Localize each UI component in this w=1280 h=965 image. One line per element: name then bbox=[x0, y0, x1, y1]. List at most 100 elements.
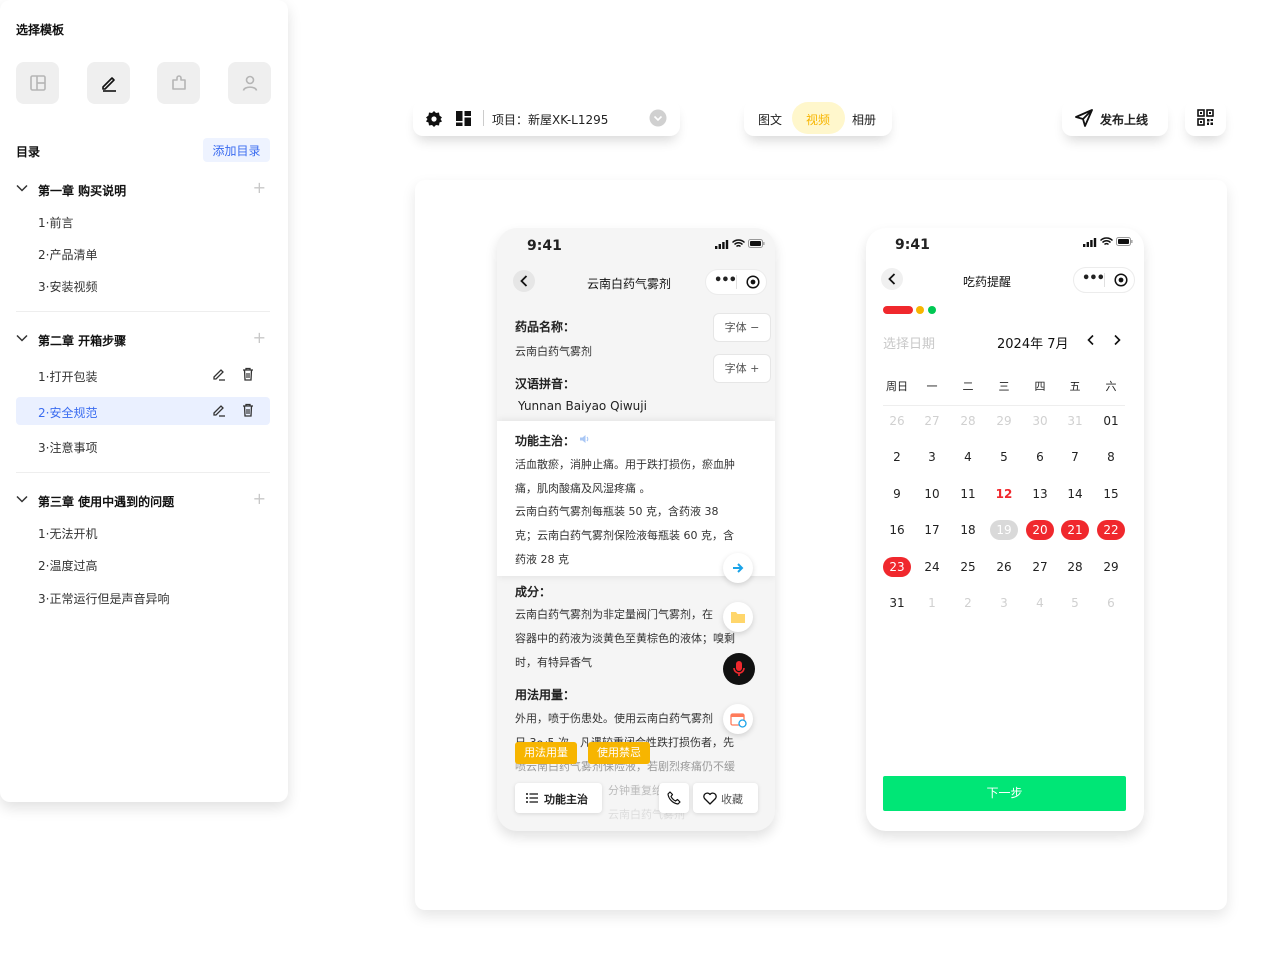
tag-usage[interactable]: 用法用量 bbox=[515, 742, 577, 764]
calendar-day[interactable]: 26 bbox=[990, 557, 1018, 577]
share-icon bbox=[733, 563, 744, 573]
tag-contraindication[interactable]: 使用禁忌 bbox=[588, 742, 650, 764]
template-plugin-button[interactable] bbox=[157, 62, 200, 104]
edit-icon[interactable] bbox=[212, 403, 226, 417]
calendar-day: 1 bbox=[928, 596, 936, 610]
next-month-icon[interactable] bbox=[1112, 334, 1122, 346]
speaker-icon[interactable] bbox=[579, 434, 591, 444]
calendar-day[interactable]: 19 bbox=[990, 520, 1018, 540]
trash-icon[interactable] bbox=[241, 403, 255, 417]
toc-item[interactable]: 3·正常运行但是声音异响 bbox=[16, 583, 270, 611]
voice-button[interactable] bbox=[723, 653, 755, 685]
font-increase-button[interactable]: 字体 + bbox=[713, 354, 771, 383]
favorite-button[interactable]: 收藏 bbox=[693, 783, 758, 813]
battery-icon bbox=[1116, 237, 1133, 246]
capsule-menu[interactable]: ••• bbox=[1073, 267, 1135, 293]
folder-button[interactable] bbox=[723, 602, 753, 632]
send-icon bbox=[1075, 109, 1093, 127]
call-button[interactable] bbox=[659, 783, 689, 813]
weekday-label: 六 bbox=[1105, 380, 1117, 393]
calendar-day[interactable]: 28 bbox=[1061, 557, 1089, 577]
calendar-day[interactable]: 10 bbox=[918, 484, 946, 504]
toc-item[interactable]: 2·产品清单 bbox=[16, 239, 270, 267]
add-item-icon[interactable]: + bbox=[253, 180, 266, 196]
gear-icon[interactable] bbox=[425, 110, 443, 128]
calendar-day[interactable]: 8 bbox=[1097, 447, 1125, 467]
toc-item-active[interactable]: 2·安全规范 bbox=[16, 397, 270, 425]
tab-album[interactable]: 相册 bbox=[852, 111, 876, 128]
more-icon[interactable]: ••• bbox=[714, 273, 737, 288]
calendar-day[interactable]: 01 bbox=[1097, 411, 1125, 431]
calendar-day[interactable]: 2 bbox=[883, 447, 911, 467]
weekday-label: 二 bbox=[962, 380, 974, 393]
calendar-day[interactable]: 16 bbox=[883, 520, 911, 540]
tab-text[interactable]: 图文 bbox=[758, 111, 782, 128]
calendar-day[interactable]: 14 bbox=[1061, 484, 1089, 504]
chapter-1[interactable]: 第一章 购买说明 + bbox=[16, 180, 272, 200]
toc-item[interactable]: 1·无法开机 bbox=[16, 518, 270, 546]
calendar-day[interactable]: 9 bbox=[883, 484, 911, 504]
dashboard-icon[interactable] bbox=[455, 110, 472, 127]
close-target-icon[interactable] bbox=[746, 275, 760, 289]
publish-button[interactable]: 发布上线 bbox=[1062, 100, 1168, 136]
battery-icon bbox=[748, 239, 765, 248]
calendar-day[interactable]: 13 bbox=[1026, 484, 1054, 504]
calendar-day[interactable]: 25 bbox=[954, 557, 982, 577]
back-button[interactable] bbox=[513, 270, 535, 292]
more-icon[interactable]: ••• bbox=[1082, 271, 1105, 286]
chevron-down-icon[interactable] bbox=[649, 109, 667, 127]
calendar-day[interactable]: 22 bbox=[1097, 520, 1125, 540]
add-toc-button[interactable]: 添加目录 bbox=[203, 138, 270, 162]
toc-item[interactable]: 3·注意事项 bbox=[16, 432, 270, 460]
calendar-day: 31 bbox=[1067, 414, 1083, 428]
trash-icon[interactable] bbox=[241, 367, 255, 381]
calendar-day[interactable]: 24 bbox=[918, 557, 946, 577]
toc-item[interactable]: 1·前言 bbox=[16, 207, 270, 235]
calendar-day[interactable]: 3 bbox=[918, 447, 946, 467]
template-layout-button[interactable] bbox=[16, 62, 59, 104]
calendar-day[interactable]: 18 bbox=[954, 520, 982, 540]
calendar-day[interactable]: 6 bbox=[1026, 447, 1054, 467]
toc-item[interactable]: 3·安装视频 bbox=[16, 271, 270, 299]
calendar-day[interactable]: 4 bbox=[954, 447, 982, 467]
template-user-button[interactable] bbox=[228, 62, 271, 104]
pencil-icon bbox=[101, 77, 116, 92]
chapter-3[interactable]: 第三章 使用中遇到的问题 + bbox=[16, 491, 272, 511]
calendar-day[interactable]: 27 bbox=[1026, 557, 1054, 577]
tab-video[interactable]: 视频 bbox=[806, 111, 830, 128]
calendar-button[interactable] bbox=[723, 704, 753, 734]
font-decrease-button[interactable]: 字体 − bbox=[713, 313, 771, 342]
qr-button[interactable] bbox=[1185, 100, 1226, 136]
wifi-icon bbox=[1100, 237, 1113, 246]
phone-preview-drug: 9:41 云南白药气雾剂 ••• 药品名称： 云南白药气雾剂 字体 − 字体 +… bbox=[497, 228, 775, 831]
calendar-day: 2 bbox=[964, 596, 972, 610]
toc-item[interactable]: 2·温度过高 bbox=[16, 550, 270, 578]
function-nav-label: 功能主治 bbox=[544, 793, 588, 806]
function-text: 克；云南白药气雾剂保险液每瓶装 60 克，含 bbox=[515, 529, 734, 542]
calendar-day[interactable]: 20 bbox=[1026, 520, 1054, 540]
calendar-day[interactable]: 17 bbox=[918, 520, 946, 540]
add-item-icon[interactable]: + bbox=[253, 491, 266, 507]
calendar-day: 29 bbox=[996, 414, 1012, 428]
calendar-day[interactable]: 12 bbox=[990, 484, 1018, 504]
close-target-icon[interactable] bbox=[1114, 273, 1128, 287]
capsule-menu[interactable]: ••• bbox=[705, 269, 767, 295]
calendar-day[interactable]: 29 bbox=[1097, 557, 1125, 577]
chapter-2[interactable]: 第二章 开箱步骤 + bbox=[16, 330, 272, 350]
calendar-day[interactable]: 7 bbox=[1061, 447, 1089, 467]
function-nav-button[interactable]: 功能主治 bbox=[515, 783, 602, 813]
next-step-button[interactable]: 下一步 bbox=[883, 776, 1126, 811]
calendar-day[interactable]: 21 bbox=[1061, 520, 1089, 540]
calendar-day[interactable]: 23 bbox=[883, 557, 911, 577]
back-button[interactable] bbox=[881, 268, 903, 290]
calendar-day[interactable]: 11 bbox=[954, 484, 982, 504]
template-edit-button[interactable] bbox=[87, 62, 130, 104]
calendar-day[interactable]: 31 bbox=[883, 593, 911, 613]
toc-item[interactable]: 1·打开包装 bbox=[16, 361, 270, 389]
prev-month-icon[interactable] bbox=[1086, 334, 1096, 346]
calendar-day[interactable]: 5 bbox=[990, 447, 1018, 467]
add-item-icon[interactable]: + bbox=[253, 330, 266, 346]
edit-icon[interactable] bbox=[212, 367, 226, 381]
share-button[interactable] bbox=[723, 553, 753, 583]
calendar-day[interactable]: 15 bbox=[1097, 484, 1125, 504]
